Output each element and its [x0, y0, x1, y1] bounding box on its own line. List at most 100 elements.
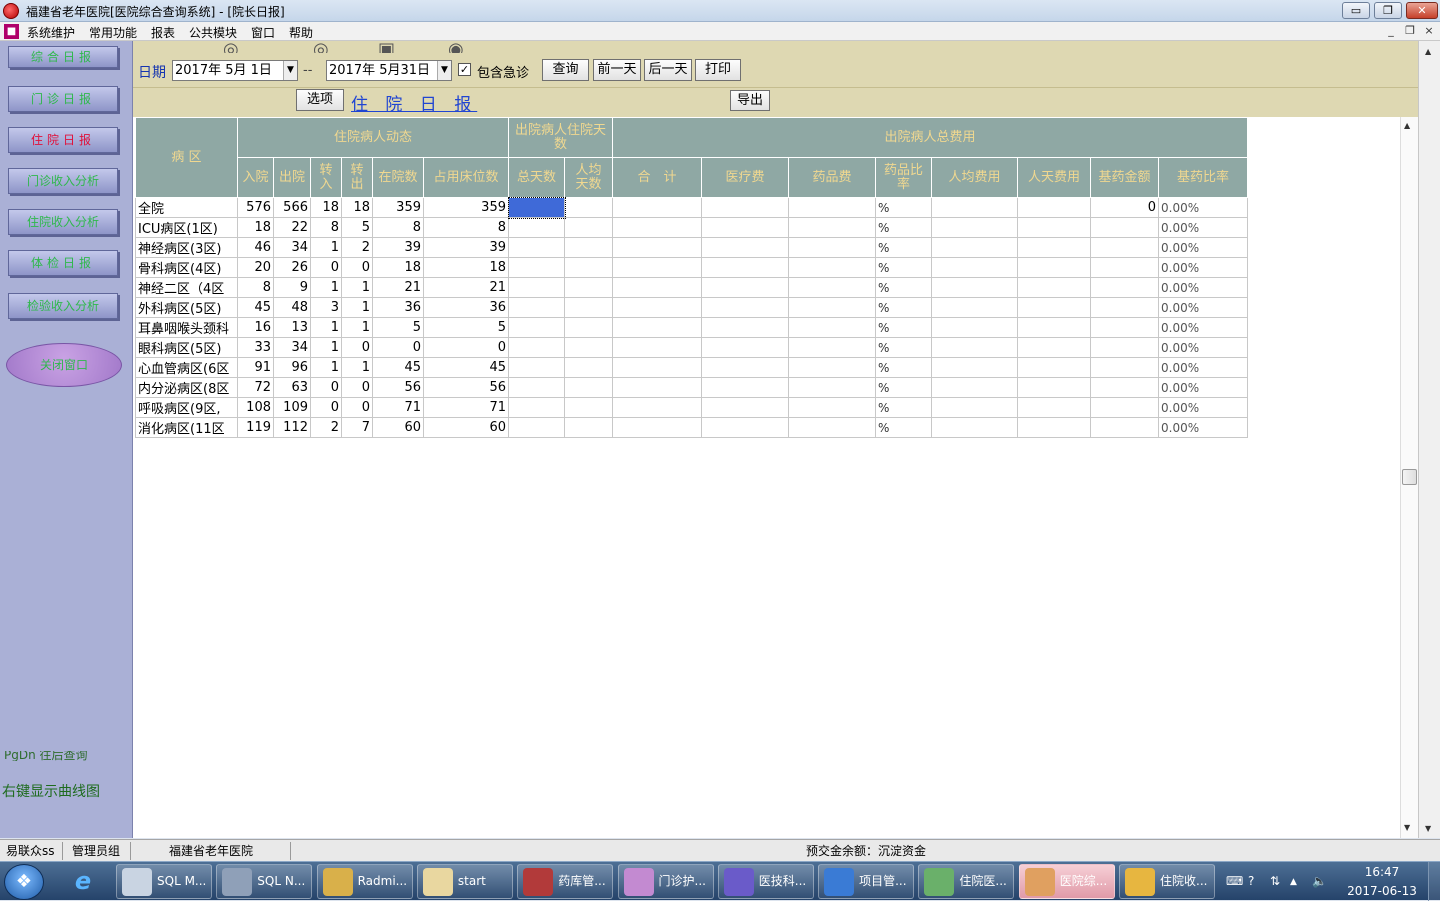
- scroll-up-icon[interactable]: ▲: [1404, 121, 1410, 130]
- cell-total-cost[interactable]: [612, 377, 702, 398]
- cell-avg-days[interactable]: [564, 417, 613, 438]
- cell-discharge[interactable]: 96: [273, 357, 311, 378]
- cell-transfer-out[interactable]: 0: [341, 257, 373, 278]
- cell-total-days[interactable]: [508, 357, 565, 378]
- col-header-drug-ratio[interactable]: 药品比率: [875, 157, 932, 198]
- cell-beds[interactable]: 5: [423, 317, 509, 338]
- cell-admit[interactable]: 45: [237, 297, 274, 318]
- cell-avg-cost[interactable]: [931, 277, 1018, 298]
- cell-total-days[interactable]: [508, 317, 565, 338]
- cell-discharge[interactable]: 566: [273, 197, 311, 218]
- cell-ward-name[interactable]: 神经病区(3区): [135, 237, 238, 258]
- col-header-inpatients[interactable]: 在院数: [372, 157, 424, 198]
- cell-admit[interactable]: 8: [237, 277, 274, 298]
- col-header-total-days[interactable]: 总天数: [508, 157, 565, 198]
- cell-discharge[interactable]: 34: [273, 337, 311, 358]
- cell-avg-cost[interactable]: [931, 357, 1018, 378]
- chevron-down-icon[interactable]: ▼: [283, 61, 297, 80]
- keyboard-icon[interactable]: ⌨: [1226, 874, 1243, 888]
- volume-icon[interactable]: 🔈: [1312, 874, 1327, 888]
- cell-transfer-in[interactable]: 8: [310, 217, 342, 238]
- cell-ward-name[interactable]: 消化病区(11区: [135, 417, 238, 438]
- nav-outpatient-daily[interactable]: 门诊日报: [8, 86, 118, 112]
- cell-medical-cost[interactable]: [701, 357, 789, 378]
- show-desktop-button[interactable]: [1428, 862, 1440, 901]
- cell-daily-cost[interactable]: [1017, 197, 1091, 218]
- cell-discharge[interactable]: 63: [273, 377, 311, 398]
- cell-drug-ratio[interactable]: %: [875, 357, 932, 378]
- cell-total-cost[interactable]: [612, 197, 702, 218]
- taskbar-item[interactable]: 项目管...: [818, 864, 915, 899]
- nav-comprehensive-daily[interactable]: 综合日报: [8, 46, 118, 68]
- menu-common[interactable]: 常用功能: [89, 24, 137, 41]
- cell-transfer-in[interactable]: 0: [310, 397, 342, 418]
- include-emergency-checkbox[interactable]: ✓: [458, 63, 471, 76]
- next-day-button[interactable]: 后一天: [644, 59, 692, 81]
- col-header-medical[interactable]: 医疗费: [701, 157, 789, 198]
- cell-total-cost[interactable]: [612, 397, 702, 418]
- cell-total-days[interactable]: [508, 257, 565, 278]
- cell-medical-cost[interactable]: [701, 277, 789, 298]
- cell-total-days[interactable]: [508, 237, 565, 258]
- mdi-minimize-button[interactable]: _: [1382, 24, 1400, 39]
- cell-essential-ratio[interactable]: 0.00%: [1158, 397, 1248, 418]
- cell-drug-cost[interactable]: [788, 197, 876, 218]
- date-from-picker[interactable]: 2017年 5月 1日 ▼: [172, 60, 298, 81]
- cell-drug-ratio[interactable]: %: [875, 417, 932, 438]
- cell-essential-ratio[interactable]: 0.00%: [1158, 377, 1248, 398]
- cell-daily-cost[interactable]: [1017, 317, 1091, 338]
- taskbar-item[interactable]: start: [416, 864, 513, 899]
- cell-transfer-out[interactable]: 0: [341, 337, 373, 358]
- cell-essential-ratio[interactable]: 0.00%: [1158, 357, 1248, 378]
- cell-essential-ratio[interactable]: 0.00%: [1158, 417, 1248, 438]
- cell-daily-cost[interactable]: [1017, 277, 1091, 298]
- cell-avg-days[interactable]: [564, 397, 613, 418]
- query-button[interactable]: 查询: [542, 59, 589, 81]
- cell-avg-cost[interactable]: [931, 337, 1018, 358]
- cell-admit[interactable]: 20: [237, 257, 274, 278]
- cell-essential-amount[interactable]: [1090, 337, 1159, 358]
- cell-total-cost[interactable]: [612, 217, 702, 238]
- nav-outpatient-income[interactable]: 门诊收入分析: [8, 168, 118, 194]
- mdi-close-button[interactable]: ×: [1420, 24, 1438, 39]
- cell-essential-ratio[interactable]: 0.00%: [1158, 337, 1248, 358]
- cell-drug-cost[interactable]: [788, 277, 876, 298]
- cell-ward-name[interactable]: 内分泌病区(8区: [135, 377, 238, 398]
- system-clock[interactable]: 16:47 2017-06-13: [1342, 864, 1422, 899]
- col-header-discharge[interactable]: 出院: [273, 157, 311, 198]
- cell-inpatients[interactable]: 0: [372, 337, 424, 358]
- cell-discharge[interactable]: 112: [273, 417, 311, 438]
- cell-total-days[interactable]: [508, 377, 565, 398]
- cell-discharge[interactable]: 22: [273, 217, 311, 238]
- cell-drug-ratio[interactable]: %: [875, 237, 932, 258]
- cell-admit[interactable]: 119: [237, 417, 274, 438]
- mdi-doc-icon[interactable]: ■: [4, 24, 19, 39]
- cell-transfer-out[interactable]: 1: [341, 277, 373, 298]
- cell-admit[interactable]: 72: [237, 377, 274, 398]
- taskbar-item[interactable]: Radmi...: [316, 864, 413, 899]
- taskbar-item[interactable]: 医院综...: [1018, 864, 1115, 899]
- cell-essential-amount[interactable]: [1090, 417, 1159, 438]
- taskbar-item[interactable]: 门诊护...: [617, 864, 714, 899]
- nav-lab-income[interactable]: 检验收入分析: [8, 293, 118, 319]
- cell-admit[interactable]: 16: [237, 317, 274, 338]
- cell-total-cost[interactable]: [612, 317, 702, 338]
- cell-essential-ratio[interactable]: 0.00%: [1158, 217, 1248, 238]
- options-button[interactable]: 选项: [296, 89, 344, 111]
- cell-avg-days[interactable]: [564, 337, 613, 358]
- cell-admit[interactable]: 46: [237, 237, 274, 258]
- taskbar-item[interactable]: 药库管...: [517, 864, 614, 899]
- cell-medical-cost[interactable]: [701, 337, 789, 358]
- cell-ward-name[interactable]: ICU病区(1区): [135, 217, 238, 238]
- cell-essential-amount[interactable]: 0: [1090, 197, 1159, 218]
- cell-total-cost[interactable]: [612, 297, 702, 318]
- cell-inpatients[interactable]: 5: [372, 317, 424, 338]
- restore-button[interactable]: ❐: [1374, 2, 1402, 19]
- cell-daily-cost[interactable]: [1017, 397, 1091, 418]
- cell-beds[interactable]: 39: [423, 237, 509, 258]
- cell-drug-cost[interactable]: [788, 417, 876, 438]
- cell-drug-cost[interactable]: [788, 237, 876, 258]
- cell-total-cost[interactable]: [612, 237, 702, 258]
- cell-transfer-out[interactable]: 18: [341, 197, 373, 218]
- col-header-essential-ratio[interactable]: 基药比率: [1158, 157, 1248, 198]
